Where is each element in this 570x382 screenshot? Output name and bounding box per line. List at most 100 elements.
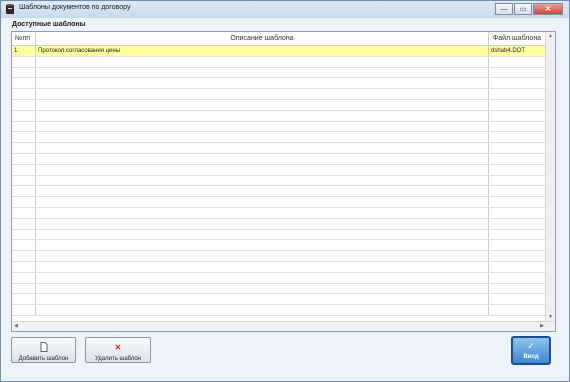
- cell-description: [36, 272, 489, 283]
- cell-description: [36, 89, 489, 99]
- table-row[interactable]: 1 Протокол согласования цены dshab4.DOT: [12, 46, 545, 57]
- table-row[interactable]: [12, 294, 545, 306]
- cell-num: [12, 218, 36, 229]
- table-row[interactable]: [12, 132, 545, 144]
- table-row[interactable]: [12, 283, 545, 295]
- scroll-left-icon[interactable]: ◀: [14, 323, 18, 329]
- cell-num: [12, 186, 36, 197]
- table-row[interactable]: [12, 175, 545, 187]
- cell-num: [12, 272, 36, 283]
- table-row[interactable]: [12, 218, 545, 230]
- vertical-scrollbar[interactable]: ▲ ▼: [545, 32, 555, 321]
- cell-description: [36, 240, 489, 251]
- cell-file: [489, 197, 545, 207]
- cell-file: [489, 230, 545, 240]
- cell-description: [36, 229, 489, 240]
- cell-file: [489, 284, 545, 294]
- cell-file: [489, 132, 545, 142]
- add-template-button[interactable]: Добавить шаблон: [11, 337, 76, 363]
- cell-num: [12, 261, 36, 272]
- table-header: №пп Описание шаблона Файл шаблона: [12, 32, 545, 46]
- delete-template-button[interactable]: ✕ Удалить шаблон: [85, 337, 151, 363]
- cell-num: [12, 110, 36, 121]
- enter-label: Ввод: [523, 354, 539, 360]
- cell-description: [36, 305, 489, 315]
- templates-table[interactable]: №пп Описание шаблона Файл шаблона 1 Прото…: [11, 31, 556, 332]
- table-row[interactable]: [12, 153, 545, 165]
- table-row[interactable]: [12, 272, 545, 284]
- cell-file: [489, 294, 545, 304]
- cell-num: [12, 153, 36, 164]
- horizontal-scrollbar[interactable]: ◀ ▶: [12, 321, 555, 331]
- add-template-label: Добавить шаблон: [18, 356, 69, 362]
- cell-num: [12, 89, 36, 99]
- cell-file: [489, 122, 545, 132]
- window-controls: — ▭ ✕: [494, 3, 563, 15]
- cell-description: [36, 251, 489, 261]
- cell-description: [36, 153, 489, 164]
- close-button[interactable]: ✕: [533, 3, 563, 15]
- cell-num: [12, 132, 36, 143]
- table-row[interactable]: [12, 229, 545, 241]
- table-row[interactable]: [12, 121, 545, 133]
- cell-num: [12, 143, 36, 153]
- cell-file: [489, 251, 545, 261]
- cell-num: [12, 164, 36, 175]
- cell-description: [36, 218, 489, 229]
- red-x-icon: ✕: [114, 343, 122, 352]
- cell-file: [489, 219, 545, 229]
- table-row[interactable]: [12, 261, 545, 273]
- scroll-down-icon[interactable]: ▼: [548, 314, 553, 320]
- table-row[interactable]: [12, 110, 545, 122]
- scroll-up-icon[interactable]: ▲: [548, 33, 553, 39]
- cell-description: [36, 99, 489, 110]
- table-row[interactable]: [12, 143, 545, 154]
- cell-description: [36, 110, 489, 121]
- cell-num: [12, 197, 36, 207]
- cell-num: [12, 251, 36, 261]
- table-row[interactable]: [12, 78, 545, 90]
- cell-file: [489, 111, 545, 121]
- window-title: Шаблоны документов по договору: [19, 4, 131, 11]
- table-row[interactable]: [12, 56, 545, 68]
- cell-num: [12, 305, 36, 315]
- cell-file: [489, 68, 545, 78]
- enter-button[interactable]: ✓ Ввод: [511, 336, 551, 365]
- cell-description: [36, 132, 489, 143]
- table-row[interactable]: [12, 99, 545, 111]
- column-header-description[interactable]: Описание шаблона: [36, 32, 489, 45]
- cell-description: [36, 207, 489, 218]
- table-row[interactable]: [12, 186, 545, 198]
- table-row[interactable]: [12, 164, 545, 176]
- cell-description: [36, 67, 489, 78]
- section-label: Доступные шаблоны: [12, 21, 86, 28]
- scroll-right-icon[interactable]: ▶: [540, 323, 544, 329]
- cell-description: [36, 175, 489, 186]
- column-header-file[interactable]: Файл шаблона: [489, 32, 545, 45]
- table-row[interactable]: [12, 251, 545, 262]
- window: Шаблоны документов по договору — ▭ ✕ Дос…: [0, 0, 570, 382]
- table-row[interactable]: [12, 197, 545, 208]
- cell-file: [489, 208, 545, 218]
- cell-num: [12, 99, 36, 110]
- title-bar[interactable]: Шаблоны документов по договору — ▭ ✕: [1, 1, 569, 18]
- cell-file: [489, 57, 545, 67]
- delete-template-label: Удалить шаблон: [94, 356, 142, 362]
- table-row[interactable]: [12, 240, 545, 252]
- minimize-button[interactable]: —: [495, 3, 513, 15]
- table-row[interactable]: [12, 305, 545, 316]
- cell-num: [12, 175, 36, 186]
- cell-file: [489, 78, 545, 88]
- cell-file: [489, 186, 545, 196]
- cell-description: [36, 186, 489, 197]
- cell-description: [36, 121, 489, 132]
- table-row[interactable]: [12, 207, 545, 219]
- cell-description: Протокол согласования цены: [36, 46, 489, 56]
- cell-file: dshab4.DOT: [491, 48, 526, 54]
- cell-file: [489, 240, 545, 250]
- cell-num: [12, 121, 36, 132]
- table-row[interactable]: [12, 67, 545, 79]
- table-row[interactable]: [12, 89, 545, 100]
- maximize-button[interactable]: ▭: [514, 3, 532, 15]
- column-header-num[interactable]: №пп: [12, 32, 36, 45]
